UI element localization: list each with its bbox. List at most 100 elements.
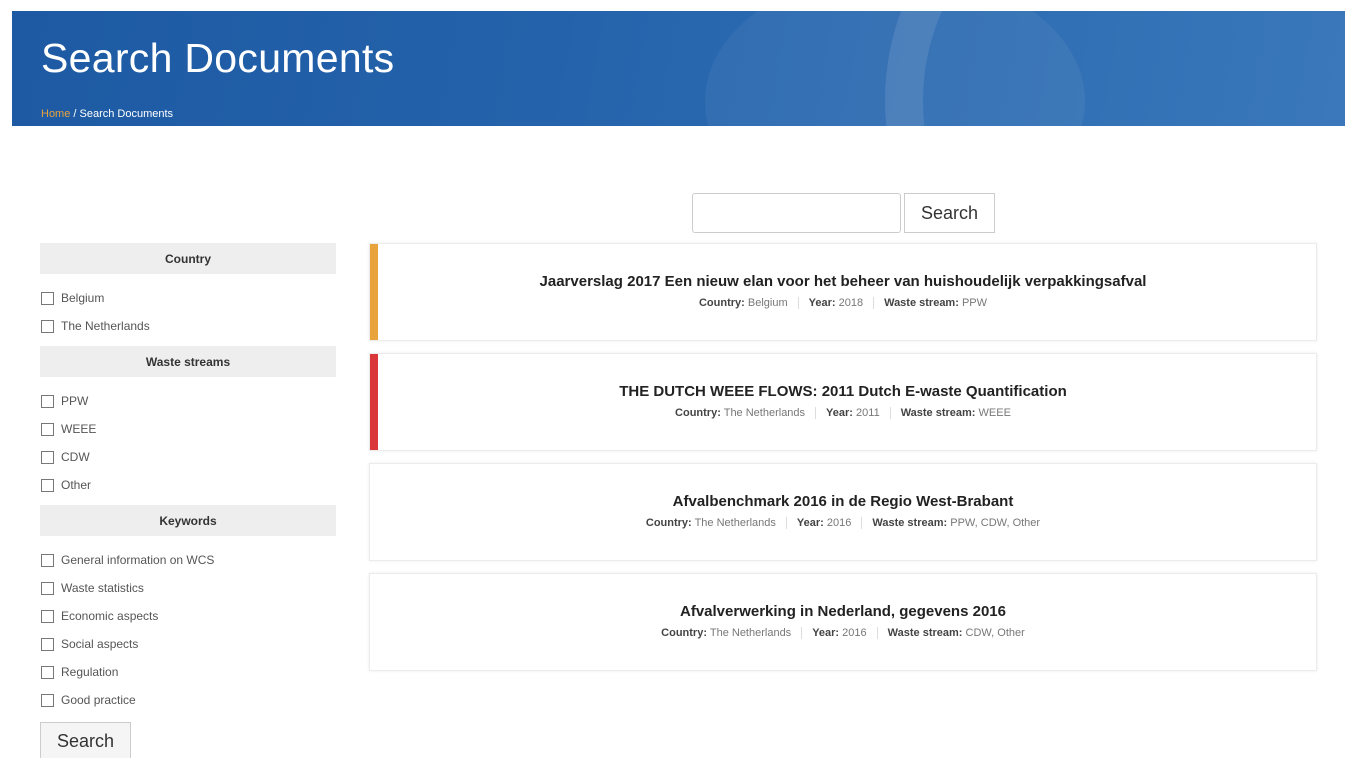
- page: Search Documents Home / Search Documents…: [0, 0, 1345, 758]
- meta-year-value: 2016: [826, 517, 852, 529]
- filter-option-the-netherlands[interactable]: The Netherlands: [40, 312, 336, 340]
- filter-option-weee[interactable]: WEEE: [40, 415, 336, 443]
- filter-heading: Country: [40, 243, 336, 274]
- checkbox[interactable]: [41, 553, 54, 567]
- meta-country-value: Belgium: [747, 297, 788, 309]
- result-meta: Country: The Netherlands Year: 2016 Waste …: [370, 517, 1316, 530]
- result-meta: Country: Belgium Year: 2018 Waste stream: …: [370, 297, 1316, 310]
- filter-option-waste-statistics[interactable]: Waste statistics: [40, 574, 336, 602]
- meta-waste-stream-label: Waste stream:: [900, 407, 976, 419]
- result-card[interactable]: Afvalverwerking in Nederland, gegevens 2…: [369, 573, 1317, 671]
- filter-option-belgium[interactable]: Belgium: [40, 284, 336, 312]
- result-card[interactable]: Afvalbenchmark 2016 in de Regio West-Bra…: [369, 463, 1317, 561]
- filter-option-regulation[interactable]: Regulation: [40, 658, 336, 686]
- checkbox[interactable]: [41, 581, 54, 595]
- search-button[interactable]: Search: [904, 193, 995, 233]
- result-meta: Country: The Netherlands Year: 2011 Waste …: [370, 407, 1316, 420]
- filter-group-country: Country Belgium The Netherlands: [40, 243, 336, 340]
- result-card[interactable]: Jaarverslag 2017 Een nieuw elan voor het…: [369, 243, 1317, 341]
- meta-country-label: Country:: [675, 407, 721, 419]
- checkbox[interactable]: [41, 394, 54, 408]
- results-list: Jaarverslag 2017 Een nieuw elan voor het…: [369, 243, 1317, 683]
- result-accent-bar: [370, 354, 378, 450]
- meta-divider: [797, 297, 799, 310]
- filter-option-good-practice[interactable]: Good practice: [40, 686, 336, 714]
- filter-option-label: WEEE: [61, 422, 97, 436]
- filter-option-label: General information on WCS: [61, 553, 215, 567]
- checkbox[interactable]: [41, 450, 54, 464]
- checkbox[interactable]: [41, 693, 54, 707]
- meta-divider: [785, 517, 787, 530]
- result-title[interactable]: Afvalbenchmark 2016 in de Regio West-Bra…: [370, 493, 1316, 510]
- result-title[interactable]: THE DUTCH WEEE FLOWS: 2011 Dutch E-waste…: [370, 383, 1316, 400]
- filter-option-general-information[interactable]: General information on WCS: [40, 546, 336, 574]
- filter-option-other[interactable]: Other: [40, 471, 336, 499]
- meta-divider: [801, 627, 803, 640]
- filter-option-label: The Netherlands: [61, 319, 150, 333]
- meta-divider: [861, 517, 863, 530]
- meta-waste-stream-value: PPW: [961, 297, 988, 309]
- filter-option-label: Other: [61, 478, 92, 492]
- meta-waste-stream-label: Waste stream:: [887, 627, 963, 639]
- meta-country-label: Country:: [645, 517, 692, 529]
- filter-option-ppw[interactable]: PPW: [40, 387, 336, 415]
- filter-option-label: Economic aspects: [61, 609, 159, 623]
- meta-waste-stream-label: Waste stream:: [872, 517, 948, 529]
- filter-option-social-aspects[interactable]: Social aspects: [40, 630, 336, 658]
- checkbox[interactable]: [41, 319, 54, 333]
- meta-country-value: The Netherlands: [709, 627, 792, 639]
- meta-divider: [815, 407, 817, 420]
- search-input[interactable]: [692, 193, 901, 233]
- filter-options: General information on WCS Waste statist…: [40, 546, 336, 714]
- filter-search-button[interactable]: Search: [40, 722, 131, 758]
- result-card[interactable]: THE DUTCH WEEE FLOWS: 2011 Dutch E-waste…: [369, 353, 1317, 451]
- filter-option-economic-aspects[interactable]: Economic aspects: [40, 602, 336, 630]
- header-banner: Search Documents Home / Search Documents: [12, 11, 1345, 126]
- filter-options: PPW WEEE CDW Other: [40, 387, 336, 499]
- checkbox[interactable]: [41, 478, 54, 492]
- sidebar-search: Search: [40, 722, 336, 758]
- meta-waste-stream-label: Waste stream:: [884, 297, 959, 309]
- meta-country-label: Country:: [698, 297, 745, 309]
- filter-sidebar: Country Belgium The Netherlands Waste st…: [40, 243, 336, 758]
- meta-country-value: The Netherlands: [723, 407, 806, 419]
- meta-year-label: Year:: [826, 407, 853, 419]
- result-title[interactable]: Jaarverslag 2017 Een nieuw elan voor het…: [370, 273, 1316, 290]
- filter-option-label: CDW: [61, 450, 90, 464]
- breadcrumb-current: Search Documents: [79, 108, 174, 120]
- filter-option-cdw[interactable]: CDW: [40, 443, 336, 471]
- checkbox[interactable]: [41, 291, 54, 305]
- meta-year-label: Year:: [796, 517, 824, 529]
- meta-country-label: Country:: [661, 627, 707, 639]
- result-title[interactable]: Afvalverwerking in Nederland, gegevens 2…: [370, 603, 1316, 620]
- filter-option-label: Regulation: [61, 665, 119, 679]
- checkbox[interactable]: [41, 665, 54, 679]
- meta-country-value: The Netherlands: [694, 517, 776, 529]
- filter-option-label: Belgium: [61, 291, 105, 305]
- checkbox[interactable]: [41, 609, 54, 623]
- breadcrumb-separator: /: [70, 108, 80, 120]
- filter-heading: Waste streams: [40, 346, 336, 377]
- result-accent-bar: [370, 244, 378, 340]
- meta-year-value: 2016: [842, 627, 867, 639]
- banner-decoration: [705, 11, 1085, 126]
- filter-option-label: Waste statistics: [61, 581, 144, 595]
- checkbox[interactable]: [41, 637, 54, 651]
- meta-divider: [873, 297, 875, 310]
- meta-divider: [876, 627, 878, 640]
- filter-option-label: PPW: [61, 394, 89, 408]
- checkbox[interactable]: [41, 422, 54, 436]
- filter-group-keywords: Keywords General information on WCS Wast…: [40, 505, 336, 714]
- top-search-bar: Search: [692, 193, 995, 233]
- breadcrumb-home-link[interactable]: Home: [41, 108, 70, 120]
- meta-year-label: Year:: [812, 627, 840, 639]
- meta-waste-stream-value: WEEE: [978, 407, 1011, 419]
- breadcrumb: Home / Search Documents: [41, 108, 173, 120]
- meta-waste-stream-value: PPW, CDW, Other: [950, 517, 1041, 529]
- page-title: Search Documents: [41, 35, 395, 81]
- meta-divider: [889, 407, 891, 420]
- filter-option-label: Good practice: [61, 693, 136, 707]
- filter-option-label: Social aspects: [61, 637, 139, 651]
- filter-heading: Keywords: [40, 505, 336, 536]
- result-meta: Country: The Netherlands Year: 2016 Waste …: [370, 627, 1316, 640]
